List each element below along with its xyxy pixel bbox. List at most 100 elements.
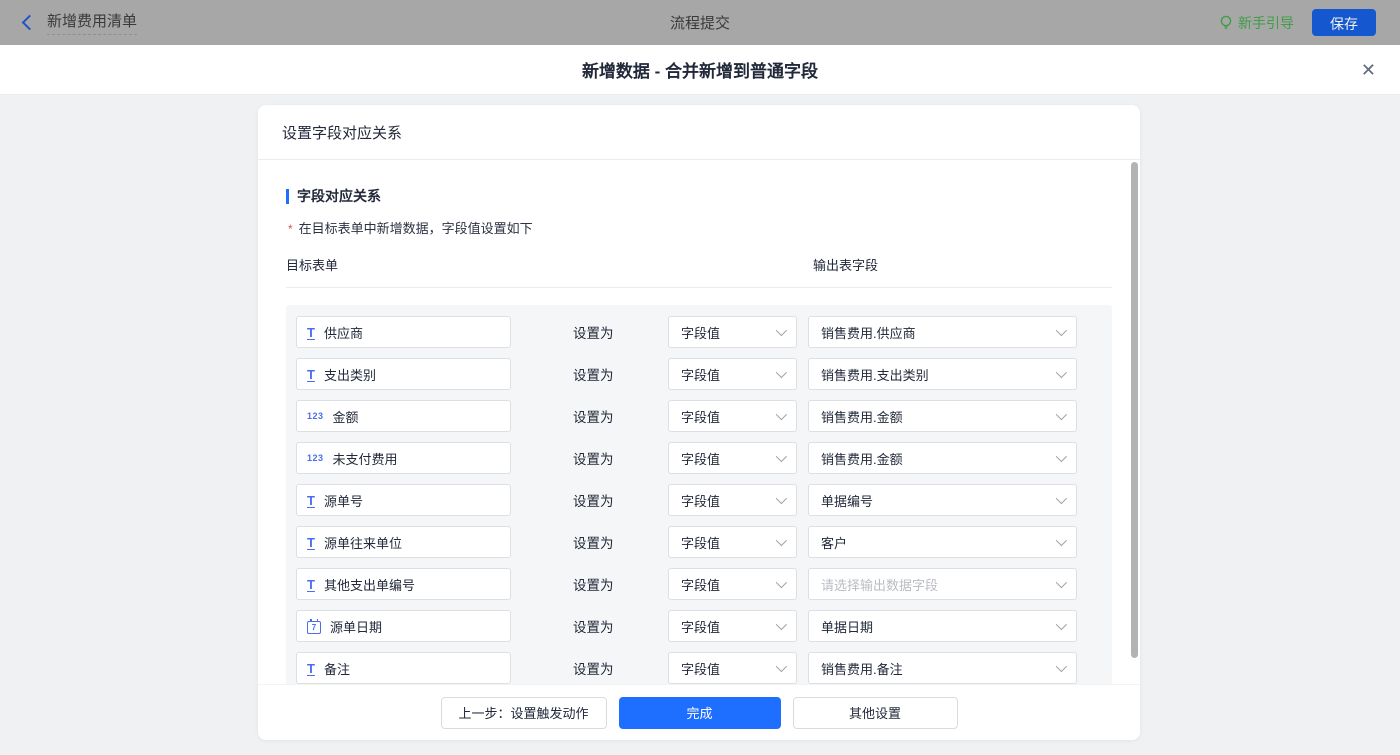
mapping-row: 123 未支付费用 设置为 字段值 销售费用.金额 bbox=[296, 442, 1102, 474]
mapping-row: T 供应商 设置为 字段值 销售费用.供应商 bbox=[296, 316, 1102, 348]
target-field-input[interactable]: T 支出类别 bbox=[296, 358, 511, 390]
value-mode-select[interactable]: 字段值 bbox=[668, 316, 797, 348]
target-field-label: 未支付费用 bbox=[332, 451, 398, 467]
output-field-select[interactable]: 客户 bbox=[808, 526, 1077, 558]
beginner-guide-label: 新手引导 bbox=[1238, 14, 1294, 31]
set-as-label: 设置为 bbox=[573, 452, 614, 467]
output-field-select[interactable]: 销售费用.供应商 bbox=[808, 316, 1077, 348]
finish-button[interactable]: 完成 bbox=[618, 696, 781, 729]
required-marker: * bbox=[288, 222, 293, 236]
value-mode-select[interactable]: 字段值 bbox=[668, 400, 797, 432]
target-field-label: 源单号 bbox=[323, 493, 363, 509]
dialog-header: 新增数据 - 合并新增到普通字段 ✕ bbox=[0, 45, 1400, 95]
value-mode-label: 字段值 bbox=[681, 325, 721, 341]
column-output-field: 输出表字段 bbox=[813, 258, 879, 273]
chevron-down-icon bbox=[775, 408, 788, 421]
set-as-label: 设置为 bbox=[573, 578, 614, 593]
card-scroll-area: 字段对应关系 * 在目标表单中新增数据，字段值设置如下 目标表单 输出表字段 T … bbox=[258, 160, 1140, 684]
workflow-name: 新增费用清单 bbox=[47, 10, 138, 35]
back-button[interactable]: 新增费用清单 bbox=[21, 10, 138, 35]
output-field-label: 销售费用.备注 bbox=[821, 661, 903, 677]
target-field-label: 源单往来单位 bbox=[323, 535, 402, 551]
output-field-select[interactable]: 单据日期 bbox=[808, 610, 1077, 642]
output-field-select[interactable]: 销售费用.金额 bbox=[808, 400, 1077, 432]
mapping-row: T 备注 设置为 字段值 销售费用.备注 bbox=[296, 652, 1102, 684]
top-bar: 新增费用清单 流程提交 新手引导 保存 bbox=[0, 0, 1400, 45]
field-type-icon: T bbox=[307, 660, 315, 676]
field-type-icon: 123 bbox=[307, 453, 324, 463]
field-type-icon: T bbox=[307, 492, 315, 508]
field-type-icon: 7 bbox=[307, 618, 321, 634]
chevron-down-icon bbox=[775, 576, 788, 589]
value-mode-select[interactable]: 字段值 bbox=[668, 610, 797, 642]
output-field-label: 销售费用.金额 bbox=[821, 409, 903, 425]
close-icon[interactable]: ✕ bbox=[1361, 61, 1376, 79]
field-type-icon: 123 bbox=[307, 411, 324, 421]
output-field-label: 单据编号 bbox=[821, 493, 874, 509]
scrollbar-thumb[interactable] bbox=[1131, 162, 1138, 658]
target-field-input[interactable]: T 源单往来单位 bbox=[296, 526, 511, 558]
chevron-down-icon bbox=[1055, 660, 1068, 673]
value-mode-label: 字段值 bbox=[681, 493, 721, 509]
output-field-label: 客户 bbox=[821, 535, 848, 551]
target-field-input[interactable]: T 供应商 bbox=[296, 316, 511, 348]
chevron-down-icon bbox=[1055, 576, 1068, 589]
target-field-label: 备注 bbox=[323, 661, 350, 677]
section-title: 字段对应关系 bbox=[286, 186, 1112, 206]
output-field-label: 请选择输出数据字段 bbox=[821, 577, 939, 593]
output-field-label: 销售费用.金额 bbox=[821, 451, 903, 467]
card-footer: 上一步：设置触发动作 完成 其他设置 bbox=[258, 684, 1140, 740]
dialog-body: 设置字段对应关系 字段对应关系 * 在目标表单中新增数据，字段值设置如下 目标表单… bbox=[0, 95, 1400, 755]
lightbulb-icon bbox=[1220, 15, 1232, 29]
output-field-select[interactable]: 单据编号 bbox=[808, 484, 1077, 516]
instruction-note-text: 在目标表单中新增数据，字段值设置如下 bbox=[298, 221, 533, 236]
target-field-label: 供应商 bbox=[323, 325, 363, 341]
mapping-row: T 支出类别 设置为 字段值 销售费用.支出类别 bbox=[296, 358, 1102, 390]
target-field-input[interactable]: 123 未支付费用 bbox=[296, 442, 511, 474]
output-field-label: 销售费用.供应商 bbox=[821, 325, 916, 341]
chevron-down-icon bbox=[1055, 324, 1068, 337]
field-mapping-card: 设置字段对应关系 字段对应关系 * 在目标表单中新增数据，字段值设置如下 目标表单… bbox=[258, 105, 1140, 740]
set-as-label: 设置为 bbox=[573, 620, 614, 635]
previous-step-button[interactable]: 上一步：设置触发动作 bbox=[440, 696, 607, 729]
target-field-label: 金额 bbox=[332, 409, 359, 425]
field-type-icon: T bbox=[307, 366, 315, 382]
chevron-down-icon bbox=[775, 324, 788, 337]
value-mode-label: 字段值 bbox=[681, 451, 721, 467]
output-field-select[interactable]: 销售费用.金额 bbox=[808, 442, 1077, 474]
other-settings-button[interactable]: 其他设置 bbox=[792, 696, 958, 729]
value-mode-select[interactable]: 字段值 bbox=[668, 568, 797, 600]
beginner-guide-button[interactable]: 新手引导 bbox=[1219, 13, 1294, 33]
save-button[interactable]: 保存 bbox=[1312, 9, 1376, 36]
set-as-label: 设置为 bbox=[573, 536, 614, 551]
target-field-input[interactable]: 7 源单日期 bbox=[296, 610, 511, 642]
section-title-label: 字段对应关系 bbox=[297, 188, 381, 204]
set-as-label: 设置为 bbox=[573, 368, 614, 383]
target-field-input[interactable]: T 其他支出单编号 bbox=[296, 568, 511, 600]
value-mode-select[interactable]: 字段值 bbox=[668, 652, 797, 684]
column-target-form: 目标表单 bbox=[286, 258, 339, 273]
field-type-icon: T bbox=[307, 534, 315, 550]
target-field-input[interactable]: T 源单号 bbox=[296, 484, 511, 516]
column-headers: 目标表单 输出表字段 bbox=[286, 255, 1112, 288]
target-field-label: 支出类别 bbox=[323, 367, 376, 383]
accent-bar bbox=[286, 188, 289, 204]
value-mode-label: 字段值 bbox=[681, 619, 721, 635]
chevron-down-icon bbox=[1055, 408, 1068, 421]
chevron-down-icon bbox=[1055, 618, 1068, 631]
value-mode-select[interactable]: 字段值 bbox=[668, 484, 797, 516]
value-mode-select[interactable]: 字段值 bbox=[668, 442, 797, 474]
value-mode-label: 字段值 bbox=[681, 577, 721, 593]
target-field-input[interactable]: 123 金额 bbox=[296, 400, 511, 432]
output-field-select[interactable]: 销售费用.备注 bbox=[808, 652, 1077, 684]
set-as-label: 设置为 bbox=[573, 662, 614, 677]
target-field-label: 其他支出单编号 bbox=[323, 577, 415, 593]
mapping-rows-panel: T 供应商 设置为 字段值 销售费用.供应商 T 支出类别 设置为 字段值 销售… bbox=[286, 305, 1112, 684]
output-field-select[interactable]: 销售费用.支出类别 bbox=[808, 358, 1077, 390]
output-field-select[interactable]: 请选择输出数据字段 bbox=[808, 568, 1077, 600]
field-type-icon: T bbox=[307, 576, 315, 592]
target-field-input[interactable]: T 备注 bbox=[296, 652, 511, 684]
value-mode-select[interactable]: 字段值 bbox=[668, 526, 797, 558]
value-mode-select[interactable]: 字段值 bbox=[668, 358, 797, 390]
set-as-label: 设置为 bbox=[573, 410, 614, 425]
